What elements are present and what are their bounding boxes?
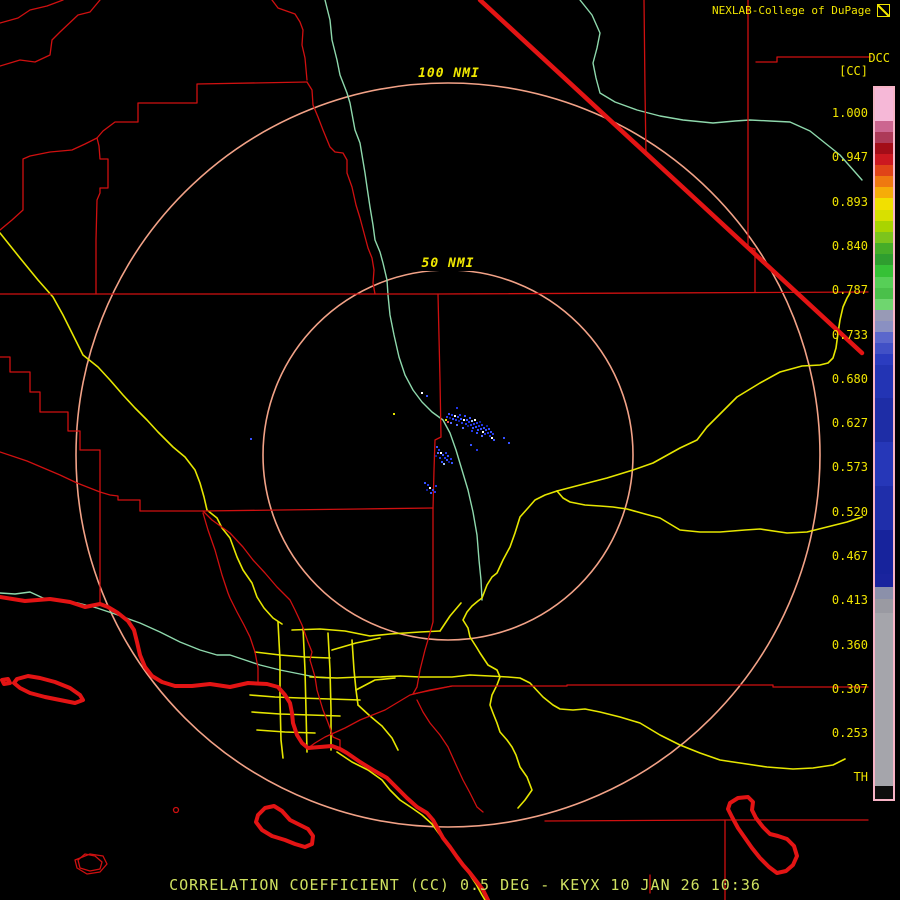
colorbar-segment <box>875 221 893 232</box>
island-san-clemente <box>726 795 799 875</box>
colorbar-segment <box>875 265 893 277</box>
cod-logo-icon <box>877 4 890 17</box>
colorbar-segment <box>875 254 893 265</box>
colorbar-segment <box>875 154 893 165</box>
colorbar-tick-label: 0.253 <box>831 726 868 741</box>
colorbar-tick-label: 0.573 <box>831 460 868 475</box>
colorbar-segment <box>875 442 893 486</box>
colorbar-segment <box>875 121 893 132</box>
colorbar-tick-label: 0.413 <box>831 593 868 608</box>
county-borders <box>0 0 872 900</box>
colorbar-segment <box>875 343 893 354</box>
colorbar-segment <box>875 198 893 210</box>
units-label: [CC] <box>839 64 868 78</box>
colorbar-tick-label: 0.947 <box>831 150 868 165</box>
colorbar-tick-label: 0.307 <box>831 681 868 696</box>
state-border <box>477 0 865 356</box>
colorbar-tick-label: 0.627 <box>831 416 868 431</box>
colorbar-segment <box>875 599 893 613</box>
colorbar-tick-label: 0.360 <box>831 637 868 652</box>
map-canvas <box>0 0 872 900</box>
radar-display[interactable]: NEXLAB-College of DuPage DCC [CC] TH 1.0… <box>0 0 900 900</box>
colorbar-tick-label: 0.787 <box>831 283 868 298</box>
colorbar-segment <box>875 613 893 786</box>
colorbar-segment <box>875 288 893 299</box>
colorbar-segment <box>875 786 893 799</box>
colorbar-segment <box>875 232 893 243</box>
colorbar-segment <box>875 398 893 442</box>
range-ring-label: 100 NMI <box>414 66 484 81</box>
colorbar-segments <box>875 88 893 799</box>
status-bar: CORRELATION COEFFICIENT (CC) 0.5 DEG - K… <box>169 876 761 894</box>
colorbar-segment <box>875 132 893 143</box>
colorbar-segment <box>875 574 893 587</box>
island-anacapa <box>0 677 12 686</box>
colorbar-segment <box>875 321 893 332</box>
colorbar-segment <box>875 486 893 530</box>
colorbar-tick-label: 0.520 <box>831 504 868 519</box>
colorbar-segment <box>875 530 893 574</box>
colorbar-segment <box>875 165 893 176</box>
colorbar-segment <box>875 365 893 398</box>
colorbar-tick-label: 0.733 <box>831 327 868 342</box>
rivers <box>0 0 863 679</box>
colorbar-tick-label: 1.000 <box>831 106 868 120</box>
colorbar-segment <box>875 299 893 310</box>
colorbar-segment <box>875 277 893 288</box>
header-title: NEXLAB-College of DuPage <box>712 4 871 17</box>
colorbar <box>873 86 895 801</box>
header: NEXLAB-College of DuPage <box>712 4 890 17</box>
colorbar-segment <box>875 187 893 198</box>
colorbar-segment <box>875 143 893 154</box>
colorbar-segment <box>875 210 893 221</box>
colorbar-tick-label: 0.840 <box>831 238 868 253</box>
colorbar-segment <box>875 310 893 321</box>
colorbar-segment <box>875 587 893 599</box>
colorbar-segment <box>875 243 893 254</box>
colorbar-segment <box>875 354 893 365</box>
threshold-label: TH <box>853 770 868 784</box>
radar-echoes <box>250 392 510 494</box>
range-ring-label: 50 NMI <box>417 256 479 271</box>
colorbar-segment <box>875 176 893 187</box>
colorbar-tick-label: 0.893 <box>831 194 868 209</box>
product-code-label: DCC <box>868 51 890 65</box>
colorbar-tick-label: 0.680 <box>831 371 868 386</box>
colorbar-tick-label: 0.467 <box>831 549 868 563</box>
colorbar-segment <box>875 332 893 343</box>
colorbar-segment <box>875 88 893 121</box>
island-catalina <box>254 804 315 849</box>
island-santa-cruz <box>12 674 85 705</box>
